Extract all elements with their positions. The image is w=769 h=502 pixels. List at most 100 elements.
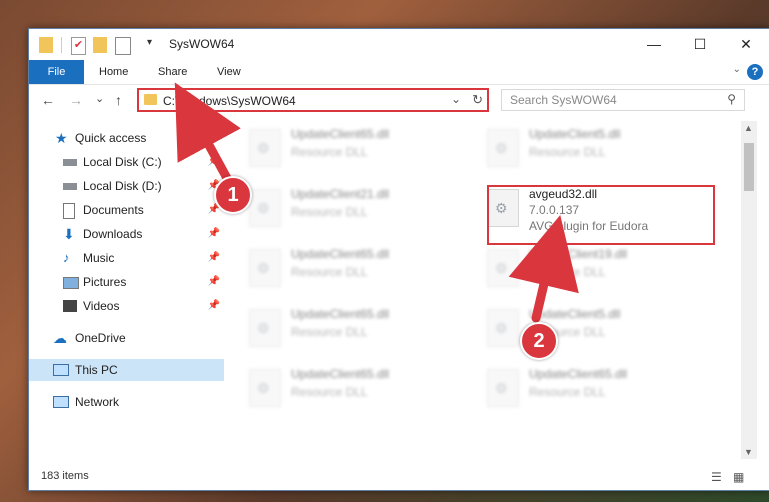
- large-icons-view-icon[interactable]: ▦: [733, 470, 744, 484]
- dll-file-icon: [487, 369, 519, 407]
- file-description: Resource DLL: [529, 385, 606, 399]
- dll-file-icon: [487, 309, 519, 347]
- file-name: UpdateClient19.dll: [529, 247, 628, 261]
- sidebar-item-local-disk-c[interactable]: Local Disk (C:) 📌: [29, 151, 224, 173]
- address-bar[interactable]: C:\Windows\SysWOW64 ⌄ ↻: [137, 88, 489, 112]
- sidebar-item-downloads[interactable]: ⬇ Downloads 📌: [29, 223, 224, 245]
- cloud-icon: ☁: [53, 330, 67, 346]
- scrollbar-thumb[interactable]: [744, 143, 754, 191]
- sidebar-item-documents[interactable]: Documents 📌: [29, 199, 224, 221]
- vertical-scrollbar[interactable]: ▲ ▼: [741, 121, 757, 459]
- file-item[interactable]: UpdateClient65.dll Resource DLL: [245, 123, 475, 173]
- dll-file-icon: [249, 129, 281, 167]
- file-item[interactable]: UpdateClient19.dll Resource DLL: [483, 243, 713, 293]
- sidebar-item-this-pc[interactable]: This PC: [29, 359, 224, 381]
- file-item[interactable]: UpdateClient65.dll Resource DLL: [245, 363, 475, 413]
- file-description: Resource DLL: [529, 265, 606, 279]
- sidebar-item-quick-access[interactable]: ★ Quick access: [29, 127, 224, 149]
- file-item[interactable]: UpdateClient65.dll Resource DLL: [483, 363, 713, 413]
- callout-1: 1: [214, 176, 252, 214]
- window-title: SysWOW64: [169, 37, 235, 51]
- title-bar: ✔ ▾ SysWOW64 — ☐ ✕: [29, 29, 769, 60]
- expand-ribbon-icon[interactable]: ⌄: [733, 64, 741, 75]
- status-bar: 183 items ☰ ▦: [29, 466, 769, 490]
- address-path[interactable]: C:\Windows\SysWOW64: [163, 94, 296, 108]
- pictures-icon: [63, 277, 79, 289]
- callout-2: 2: [520, 322, 558, 360]
- file-list: UpdateClient65.dll Resource DLL UpdateCl…: [229, 121, 741, 459]
- file-name: UpdateClient5.dll: [529, 127, 621, 141]
- sidebar-item-label: Music: [83, 251, 115, 265]
- file-item[interactable]: UpdateClient21.dll Resource DLL: [245, 183, 475, 233]
- dll-file-icon: [249, 249, 281, 287]
- customize-icon[interactable]: [115, 37, 131, 55]
- close-button[interactable]: ✕: [723, 29, 769, 60]
- chevron-down-icon[interactable]: ⌄: [451, 92, 461, 106]
- sidebar-item-local-disk-d[interactable]: Local Disk (D:) 📌: [29, 175, 224, 197]
- sidebar-item-network[interactable]: Network: [29, 391, 224, 413]
- drive-icon: [63, 183, 77, 190]
- tab-home[interactable]: Home: [99, 60, 128, 84]
- search-icon[interactable]: ⚲: [727, 92, 736, 106]
- sidebar-item-pictures[interactable]: Pictures 📌: [29, 271, 224, 293]
- pin-icon[interactable]: 📌: [208, 247, 220, 269]
- file-name: UpdateClient65.dll: [291, 367, 390, 381]
- properties-icon[interactable]: ✔: [71, 37, 86, 55]
- tab-file[interactable]: File: [29, 60, 84, 84]
- file-item[interactable]: UpdateClient5.dll Resource DLL: [483, 303, 713, 353]
- star-icon: ★: [55, 130, 68, 146]
- sidebar-item-label: Downloads: [83, 227, 143, 241]
- tab-view[interactable]: View: [217, 60, 241, 84]
- item-count: 183 items: [41, 470, 89, 482]
- dll-file-icon: [249, 309, 281, 347]
- dll-file-icon: [249, 189, 281, 227]
- new-folder-icon[interactable]: [93, 37, 107, 53]
- tab-share[interactable]: Share: [158, 60, 187, 84]
- file-description: Resource DLL: [291, 205, 368, 219]
- file-name: UpdateClient65.dll: [291, 247, 390, 261]
- search-placeholder: Search SysWOW64: [510, 93, 617, 107]
- file-name: UpdateClient21.dll: [291, 187, 390, 201]
- drive-icon: [63, 159, 77, 166]
- file-description: Resource DLL: [291, 265, 368, 279]
- details-view-icon[interactable]: ☰: [711, 470, 722, 484]
- sidebar-item-videos[interactable]: Videos 📌: [29, 295, 224, 317]
- sidebar-item-onedrive[interactable]: ☁ OneDrive: [29, 327, 224, 349]
- sidebar-item-label: Network: [75, 395, 120, 409]
- file-item[interactable]: UpdateClient5.dll Resource DLL: [483, 123, 713, 173]
- pin-icon[interactable]: 📌: [208, 223, 220, 245]
- up-button[interactable]: ↑: [115, 92, 122, 108]
- help-icon[interactable]: ?: [747, 64, 763, 80]
- minimize-button[interactable]: —: [631, 29, 677, 60]
- dll-file-icon: [487, 129, 519, 167]
- sidebar-item-label: Documents: [83, 203, 144, 217]
- back-button[interactable]: ←: [41, 92, 55, 108]
- scroll-up-icon[interactable]: ▲: [744, 123, 753, 133]
- pin-icon[interactable]: 📌: [208, 295, 220, 317]
- maximize-button[interactable]: ☐: [677, 29, 723, 60]
- music-icon: ♪: [63, 250, 70, 265]
- pin-icon[interactable]: 📌: [208, 271, 220, 293]
- sidebar-item-label: Pictures: [83, 275, 127, 289]
- recent-locations-button[interactable]: ⌄: [95, 92, 104, 105]
- sidebar-item-music[interactable]: ♪ Music 📌: [29, 247, 224, 269]
- refresh-icon[interactable]: ↻: [472, 92, 483, 108]
- dll-file-icon: [249, 369, 281, 407]
- pin-icon[interactable]: 📌: [208, 151, 220, 173]
- sidebar-item-label: OneDrive: [75, 331, 126, 345]
- ribbon-tabs: File Home Share View ⌄ ?: [29, 60, 769, 85]
- videos-icon: [63, 300, 77, 312]
- file-description: Resource DLL: [291, 325, 368, 339]
- scroll-down-icon[interactable]: ▼: [744, 447, 753, 457]
- chevron-down-icon[interactable]: ▾: [147, 37, 152, 53]
- file-item[interactable]: UpdateClient65.dll Resource DLL: [245, 243, 475, 293]
- file-item[interactable]: UpdateClient65.dll Resource DLL: [245, 303, 475, 353]
- dll-file-icon: [487, 249, 519, 287]
- file-description: Resource DLL: [529, 145, 606, 159]
- file-name: UpdateClient5.dll: [529, 307, 621, 321]
- forward-button[interactable]: →: [69, 92, 83, 108]
- search-input[interactable]: Search SysWOW64 ⚲: [501, 89, 745, 111]
- file-name: UpdateClient65.dll: [529, 367, 628, 381]
- download-icon: ⬇: [63, 226, 75, 242]
- file-description: Resource DLL: [291, 145, 368, 159]
